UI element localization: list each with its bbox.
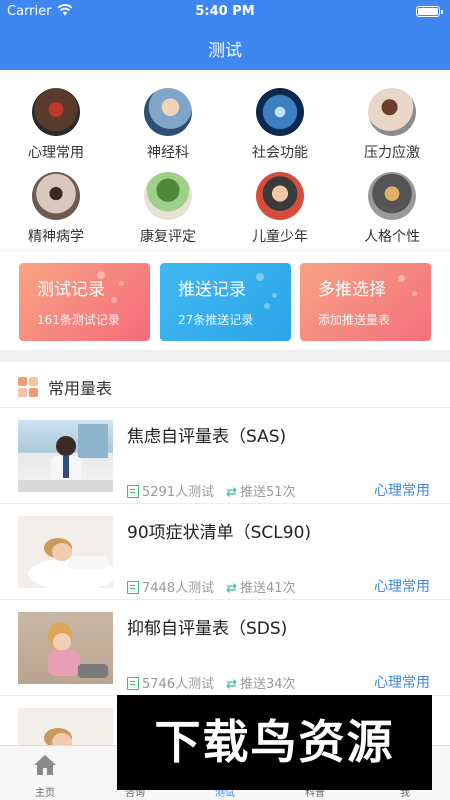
card-title: 测试记录: [37, 280, 105, 300]
status-time: 5:40 PM: [195, 4, 255, 19]
category-label: 康复评定: [140, 229, 196, 245]
category-label: 精神病学: [28, 229, 84, 245]
scale-category[interactable]: 心理常用: [374, 576, 430, 596]
scale-meta: 5746人测试 ⇄ 推送34次: [127, 673, 296, 692]
scale-thumbnail: [18, 612, 113, 684]
page-title: 测试: [208, 41, 242, 61]
document-icon: [127, 677, 139, 690]
test-count: 5291人测试: [142, 485, 215, 500]
category-label: 人格个性: [364, 229, 420, 245]
status-bar: Carrier 5:40 PM: [0, 0, 450, 24]
stress-icon: [368, 88, 416, 136]
nav-bar: Carrier 5:40 PM 测试: [0, 0, 450, 70]
social-function-icon: [256, 88, 304, 136]
card-subtitle: 27条推送记录: [178, 313, 254, 327]
test-records-card[interactable]: 测试记录 161条测试记录: [19, 263, 150, 341]
card-subtitle: 添加推送量表: [318, 313, 391, 327]
multi-push-card[interactable]: 多推选择 添加推送量表: [300, 263, 431, 341]
category-personality[interactable]: 人格个性: [336, 154, 448, 245]
category-children[interactable]: 儿童少年: [224, 154, 336, 245]
scale-title: 焦虑自评量表（SAS): [127, 427, 287, 447]
swap-icon: ⇄: [226, 485, 237, 500]
scale-thumbnail: [18, 516, 113, 588]
category-stress[interactable]: 压力应激: [336, 70, 448, 161]
children-icon: [256, 172, 304, 220]
scale-title: 90项症状清单（SCL90): [127, 523, 312, 543]
swap-icon: ⇄: [226, 677, 237, 692]
category-label: 儿童少年: [252, 229, 308, 245]
scale-row-sds[interactable]: 抑郁自评量表（SDS) 5746人测试 ⇄ 推送34次 心理常用: [0, 600, 450, 696]
record-cards: 测试记录 161条测试记录 推送记录 27条推送记录 多推选择 添加推送量表: [0, 250, 450, 350]
card-title: 推送记录: [178, 280, 246, 300]
document-icon: [127, 485, 139, 498]
scale-row-sas[interactable]: 焦虑自评量表（SAS) 5291人测试 ⇄ 推送51次 心理常用: [0, 408, 450, 504]
push-count: 推送41次: [240, 581, 296, 596]
scale-thumbnail: [18, 420, 113, 492]
test-count: 7448人测试: [142, 581, 215, 596]
scale-row-scl90[interactable]: 90项症状清单（SCL90) 7448人测试 ⇄ 推送41次 心理常用: [0, 504, 450, 600]
psych-common-icon: [32, 88, 80, 136]
scale-meta: 5291人测试 ⇄ 推送51次: [127, 481, 296, 500]
watermark-banner: 下载鸟资源: [117, 695, 432, 790]
section-title: 常用量表: [48, 379, 113, 398]
common-scales-section: 常用量表 焦虑自评量表（SAS) 5291人测试 ⇄ 推送51次 心理常用 90…: [0, 362, 450, 780]
push-count: 推送34次: [240, 677, 296, 692]
tab-label: 主页: [35, 788, 55, 799]
battery-icon: [416, 6, 443, 17]
push-count: 推送51次: [240, 485, 296, 500]
category-psychiatry[interactable]: 精神病学: [0, 154, 112, 245]
test-count: 5746人测试: [142, 677, 215, 692]
neurology-icon: [144, 88, 192, 136]
home-icon: [34, 755, 56, 775]
category-grid: 心理常用 神经科 社会功能 压力应激 精神病学 康复评定 儿童少年 人格个性: [0, 70, 450, 250]
swap-icon: ⇄: [226, 581, 237, 596]
document-icon: [127, 581, 139, 594]
category-psych-common[interactable]: 心理常用: [0, 70, 112, 161]
push-records-card[interactable]: 推送记录 27条推送记录: [160, 263, 291, 341]
tab-home[interactable]: 主页: [0, 746, 90, 800]
scale-category[interactable]: 心理常用: [374, 480, 430, 500]
card-title: 多推选择: [318, 280, 386, 300]
category-rehab[interactable]: 康复评定: [112, 154, 224, 245]
psychiatry-icon: [32, 172, 80, 220]
rehab-icon: [144, 172, 192, 220]
category-social-function[interactable]: 社会功能: [224, 70, 336, 161]
scale-title: 抑郁自评量表（SDS): [127, 619, 288, 639]
category-neurology[interactable]: 神经科: [112, 70, 224, 161]
card-subtitle: 161条测试记录: [37, 313, 120, 327]
section-header: 常用量表: [0, 362, 450, 408]
scale-category[interactable]: 心理常用: [374, 672, 430, 692]
grid-icon: [18, 377, 38, 397]
scale-meta: 7448人测试 ⇄ 推送41次: [127, 577, 296, 596]
personality-icon: [368, 172, 416, 220]
